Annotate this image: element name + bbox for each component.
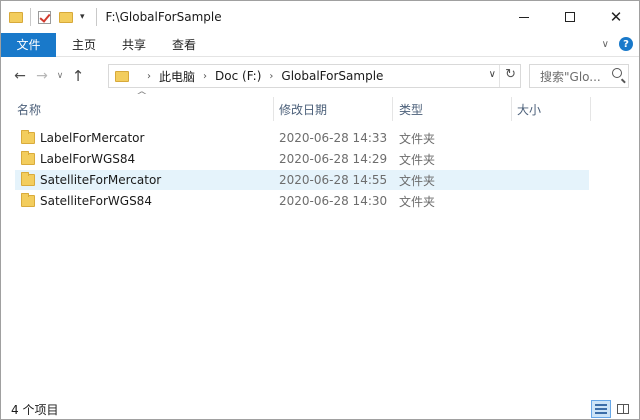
details-view-icon [595, 404, 607, 414]
column-header-type[interactable]: 类型 [399, 97, 423, 121]
file-name: SatelliteForWGS84 [40, 194, 152, 208]
window-controls: ✕ [501, 1, 639, 33]
list-item[interactable]: SatelliteForWGS84 2020-06-28 14:30 文件夹 [15, 191, 589, 211]
toolbar-divider [30, 8, 31, 26]
tab-view[interactable]: 查看 [159, 33, 209, 57]
file-name: LabelForMercator [40, 131, 145, 145]
large-icons-view-button[interactable] [613, 400, 633, 418]
toolbar-divider [95, 8, 97, 26]
file-type: 文件夹 [399, 131, 436, 146]
customize-toolbar-icon[interactable]: ▾ [80, 12, 85, 22]
folder-icon [21, 151, 35, 165]
file-date: 2020-06-28 14:29 [279, 152, 388, 166]
tab-home[interactable]: 主页 [59, 33, 109, 57]
folder-icon [21, 130, 35, 144]
file-type: 文件夹 [399, 173, 436, 188]
large-icons-view-icon [617, 404, 629, 414]
arrow-left-icon[interactable]: ← [9, 65, 31, 87]
chevron-right-icon[interactable]: › [147, 71, 151, 82]
column-divider[interactable] [511, 97, 512, 121]
details-view-button[interactable] [591, 400, 611, 418]
file-type: 文件夹 [399, 194, 436, 209]
column-header-size[interactable]: 大小 [517, 97, 541, 121]
breadcrumb-folder[interactable]: GlobalForSample [281, 69, 383, 83]
folder-icon [115, 70, 129, 82]
column-divider[interactable] [590, 97, 591, 121]
arrow-up-icon[interactable]: ↑ [67, 65, 89, 87]
column-headers: 名称 修改日期 类型 大小 [1, 97, 639, 121]
list-item-selected[interactable]: SatelliteForMercator 2020-06-28 14:55 文件… [15, 170, 589, 190]
explorer-window: ▾ F:\GlobalForSample ✕ 文件 主页 共享 查看 ∨ ? ←… [0, 0, 640, 420]
column-header-name[interactable]: 名称 [17, 97, 41, 121]
breadcrumb-drive[interactable]: Doc (F:) [215, 69, 261, 83]
status-bar: 4 个项目 [1, 399, 639, 419]
help-icon[interactable]: ? [619, 37, 633, 51]
refresh-icon[interactable]: ↻ [505, 67, 516, 82]
folder-icon [21, 193, 35, 207]
file-date: 2020-06-28 14:55 [279, 173, 388, 187]
column-divider[interactable] [273, 97, 274, 121]
title-bar: ▾ F:\GlobalForSample ✕ [1, 1, 639, 33]
address-bar[interactable]: › 此电脑 › Doc (F:) › GlobalForSample ∨ ↻ [108, 64, 521, 88]
maximize-icon [565, 12, 575, 22]
quick-access-toolbar: ▾ [1, 1, 104, 33]
folder-icon [9, 11, 23, 23]
file-date: 2020-06-28 14:33 [279, 131, 388, 145]
list-item[interactable]: LabelForMercator 2020-06-28 14:33 文件夹 [15, 128, 589, 148]
minimize-icon [519, 16, 529, 18]
address-divider [499, 65, 500, 87]
properties-icon[interactable] [38, 10, 51, 24]
search-placeholder: 搜索"Glo... [540, 69, 601, 84]
column-header-date[interactable]: 修改日期 [279, 97, 327, 121]
close-button[interactable]: ✕ [593, 1, 639, 33]
arrow-right-icon[interactable]: → [31, 65, 53, 87]
file-name: SatelliteForMercator [40, 173, 162, 187]
new-folder-icon[interactable] [59, 11, 73, 23]
maximize-button[interactable] [547, 1, 593, 33]
window-title: F:\GlobalForSample [105, 10, 222, 24]
tab-file[interactable]: 文件 [1, 32, 56, 57]
chevron-right-icon[interactable]: › [269, 71, 273, 82]
item-count: 4 个项目 [11, 402, 59, 417]
list-item[interactable]: LabelForWGS84 2020-06-28 14:29 文件夹 [15, 149, 589, 169]
file-date: 2020-06-28 14:30 [279, 194, 388, 208]
recent-locations-icon[interactable]: ∨ [53, 65, 67, 87]
minimize-button[interactable] [501, 1, 547, 33]
ribbon-right-controls: ∨ ? [602, 37, 633, 51]
file-name: LabelForWGS84 [40, 152, 136, 166]
column-divider[interactable] [392, 97, 393, 121]
file-type: 文件夹 [399, 152, 436, 167]
search-input[interactable]: 搜索"Glo... [529, 64, 629, 88]
close-icon: ✕ [609, 7, 623, 26]
navigation-bar: ← → ∨ ↑ › 此电脑 › Doc (F:) › GlobalForSamp… [1, 61, 639, 91]
expand-ribbon-icon[interactable]: ∨ [602, 39, 609, 50]
tab-share[interactable]: 共享 [109, 33, 159, 57]
chevron-down-icon[interactable]: ∨ [489, 69, 496, 80]
search-icon[interactable] [612, 68, 622, 78]
view-switcher [589, 400, 633, 418]
folder-icon [21, 172, 35, 186]
ribbon-tabs: 文件 主页 共享 查看 ∨ ? [1, 32, 639, 57]
breadcrumb-this-pc[interactable]: 此电脑 [159, 68, 195, 85]
chevron-right-icon[interactable]: › [203, 71, 207, 82]
